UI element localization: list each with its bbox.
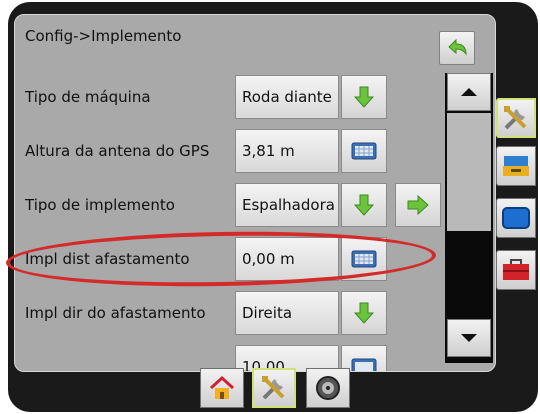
breadcrumb: Config->Implemento <box>25 27 182 45</box>
settings-panel: Config->Implemento Tipo de máquina Roda … <box>14 14 496 372</box>
back-arrow-icon <box>448 38 467 56</box>
back-button[interactable] <box>439 31 475 65</box>
keyboard-icon <box>351 142 377 160</box>
keyboard-button[interactable] <box>341 129 387 173</box>
setting-value[interactable]: Espalhadora <box>235 183 339 227</box>
scrollbar[interactable] <box>445 73 493 363</box>
dropdown-button[interactable] <box>341 291 387 335</box>
setting-value[interactable]: Direita <box>235 291 339 335</box>
next-button[interactable] <box>395 183 441 227</box>
side-tab-toolbox[interactable] <box>496 250 536 290</box>
setting-row-implement-type: Tipo de implemento Espalhadora <box>15 183 455 229</box>
setting-row-gps-height: Altura da antena do GPS 3,81 m <box>15 129 455 175</box>
setting-label: Altura da antena do GPS <box>25 142 210 160</box>
setting-label: Tipo de máquina <box>25 88 151 106</box>
bottom-tab-gauge[interactable] <box>306 368 350 408</box>
triangle-down-icon <box>461 334 477 342</box>
console-icon <box>503 156 529 176</box>
triangle-up-icon <box>461 88 477 96</box>
side-tab-display[interactable] <box>496 198 536 238</box>
setting-value[interactable]: 3,81 m <box>235 129 339 173</box>
down-arrow-icon <box>354 302 374 324</box>
tools-icon <box>504 106 527 130</box>
setting-row-machine-type: Tipo de máquina Roda diante <box>15 75 455 121</box>
keyboard-icon <box>351 358 377 371</box>
setting-label: Tipo de implemento <box>25 196 175 214</box>
setting-value[interactable]: Roda diante <box>235 75 339 119</box>
bottom-tab-home[interactable] <box>200 368 244 408</box>
gauge-icon <box>316 376 340 400</box>
setting-label: Impl dir do afastamento <box>25 304 206 322</box>
scroll-down-button[interactable] <box>447 319 491 357</box>
right-arrow-icon <box>407 195 429 215</box>
dropdown-button[interactable] <box>341 183 387 227</box>
bottom-tab-tools[interactable] <box>252 368 296 408</box>
side-tab-tools[interactable] <box>496 98 536 138</box>
tools-icon <box>262 376 285 400</box>
down-arrow-icon <box>354 86 374 108</box>
toolbox-icon <box>503 259 529 280</box>
dropdown-button[interactable] <box>341 75 387 119</box>
scrollbar-thumb[interactable] <box>447 113 491 231</box>
scroll-up-button[interactable] <box>447 73 491 111</box>
setting-row-offset-direction: Impl dir do afastamento Direita <box>15 291 455 337</box>
side-tab-console[interactable] <box>496 146 536 186</box>
home-icon <box>209 375 235 399</box>
display-icon <box>502 207 530 229</box>
down-arrow-icon <box>354 194 374 216</box>
